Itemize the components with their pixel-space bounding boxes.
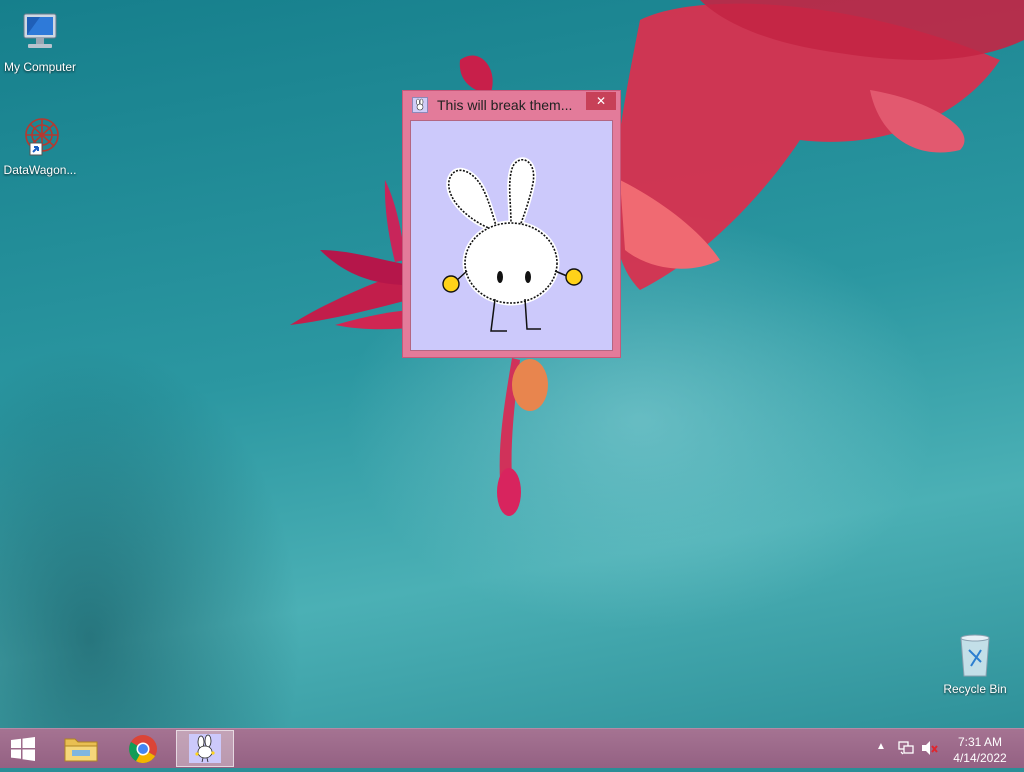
windows-logo-icon <box>11 737 35 761</box>
close-icon: ✕ <box>595 94 607 108</box>
network-icon[interactable] <box>898 740 914 756</box>
datawagon-icon <box>16 113 64 161</box>
taskbar-bunny-app[interactable] <box>176 730 234 767</box>
taskbar-chrome[interactable] <box>116 730 170 767</box>
window-title: This will break them... <box>437 97 573 113</box>
desktop-icon-datawagon[interactable]: DataWagon... <box>0 113 80 177</box>
bunny-icon <box>189 734 221 763</box>
desktop-icon-recycle-bin[interactable]: Recycle Bin <box>935 632 1015 696</box>
folder-icon <box>64 738 98 762</box>
bunny-drawing <box>442 157 583 332</box>
my-computer-icon <box>16 10 64 58</box>
desktop-icon-label: My Computer <box>3 60 77 74</box>
chrome-icon <box>129 735 157 763</box>
window-titlebar[interactable]: This will break them... ✕ <box>403 91 620 118</box>
bunny-window[interactable]: This will break them... ✕ <box>402 90 621 358</box>
show-hidden-icons-button[interactable]: ▲ <box>876 741 886 752</box>
clock-date: 4/14/2022 <box>953 751 1007 765</box>
taskbar: ▲ 7:31 AM 4/14/2022 <box>0 728 1024 768</box>
desktop-icon-label: DataWagon... <box>3 163 77 177</box>
recycle-bin-icon <box>951 632 999 680</box>
close-button[interactable]: ✕ <box>586 92 616 110</box>
taskbar-file-explorer[interactable] <box>54 730 108 767</box>
volume-muted-icon[interactable] <box>921 740 939 756</box>
system-clock[interactable]: 7:31 AM 4/14/2022 <box>948 734 1012 766</box>
start-button[interactable] <box>8 737 38 761</box>
desktop-icon-my-computer[interactable]: My Computer <box>0 10 80 74</box>
desktop-icon-label: Recycle Bin <box>943 682 1007 696</box>
window-client-area[interactable] <box>410 120 613 351</box>
clock-time: 7:31 AM <box>957 735 1003 749</box>
bunny-icon <box>412 97 428 113</box>
